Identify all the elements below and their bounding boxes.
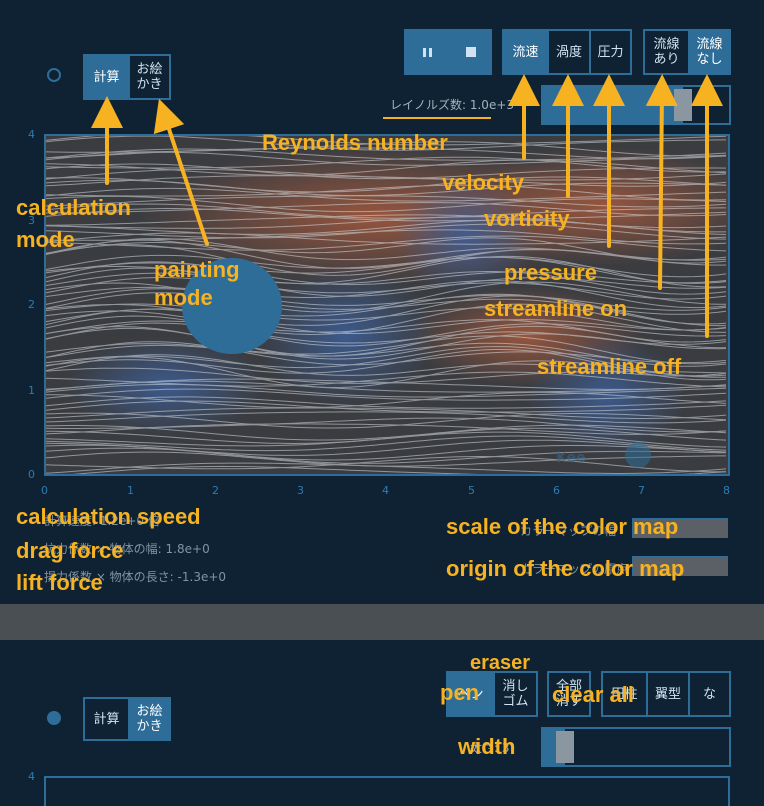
flow-canvas[interactable]: Kee	[44, 134, 730, 476]
y-tick-1: 1	[28, 384, 35, 397]
x-tick-0: 0	[41, 484, 48, 497]
annotation-width: width	[458, 734, 516, 759]
status-indicator-bottom	[47, 711, 61, 725]
paint-mode-button-bottom[interactable]: お絵 かき	[128, 699, 169, 739]
reynolds-slider-fill	[543, 87, 683, 123]
annotation-pen: pen	[440, 680, 480, 705]
y-tick-4-bottom: 4	[28, 770, 35, 783]
annotation-eraser: eraser	[470, 652, 531, 674]
annotation-paint-mode: painting mode	[154, 257, 240, 310]
mode-toggle: 計算 お絵 かき	[83, 54, 171, 100]
x-tick-7: 7	[638, 484, 645, 497]
calc-mode-button[interactable]: 計算	[85, 56, 128, 98]
annotation-pressure: pressure	[504, 260, 597, 285]
logo-text: Kee	[556, 450, 586, 466]
y-tick-0: 0	[28, 468, 35, 481]
x-tick-2: 2	[212, 484, 219, 497]
mode-toggle-bottom: 計算 お絵 かき	[83, 697, 171, 741]
view-selector: 流速 渦度 圧力	[502, 29, 632, 75]
reynolds-slider-thumb[interactable]	[674, 89, 692, 121]
vorticity-view-button[interactable]: 渦度	[547, 31, 589, 73]
streamline-on-button[interactable]: 流線 あり	[645, 31, 688, 73]
annotation-calc-mode: calculation mode	[16, 195, 131, 252]
x-tick-4: 4	[382, 484, 389, 497]
eraser-tool-button[interactable]: 消し ゴム	[493, 673, 536, 715]
panel-divider	[0, 604, 764, 640]
paint-canvas[interactable]	[44, 776, 730, 806]
playback-controls	[404, 29, 492, 75]
annotation-calc-speed: calculation speed	[16, 504, 201, 529]
annotation-streamline-off: streamline off	[537, 354, 682, 379]
pause-button[interactable]	[406, 31, 449, 73]
reynolds-slider[interactable]	[541, 85, 731, 125]
x-tick-1: 1	[127, 484, 134, 497]
annotation-drag: drag force	[16, 538, 124, 563]
annotation-reynolds: Reynolds number	[262, 130, 448, 155]
streamline-off-button[interactable]: 流線 なし	[688, 31, 729, 73]
y-tick-4: 4	[28, 128, 35, 141]
annotation-streamline-on: streamline on	[484, 296, 628, 321]
x-tick-5: 5	[468, 484, 475, 497]
stop-button[interactable]	[449, 31, 490, 73]
annotation-vorticity: vorticity	[484, 206, 570, 231]
width-slider[interactable]	[541, 727, 731, 767]
calc-mode-button-bottom[interactable]: 計算	[85, 699, 128, 739]
streamline-toggle: 流線 あり 流線 なし	[643, 29, 731, 75]
pressure-view-button[interactable]: 圧力	[589, 31, 630, 73]
annotation-velocity: velocity	[442, 170, 524, 195]
y-tick-2: 2	[28, 298, 35, 311]
annotation-colormap-origin: origin of the color map	[446, 556, 685, 581]
annotation-lift: lift force	[16, 570, 103, 595]
x-tick-6: 6	[553, 484, 560, 497]
width-slider-thumb[interactable]	[556, 731, 574, 763]
paint-mode-button[interactable]: お絵 かき	[128, 56, 169, 98]
annotation-clear-all: clear all	[552, 682, 634, 707]
status-indicator	[47, 68, 61, 82]
x-tick-8: 8	[723, 484, 730, 497]
wing-shape-button[interactable]: 翼型	[646, 673, 688, 715]
pause-icon	[423, 47, 432, 57]
velocity-view-button[interactable]: 流速	[504, 31, 547, 73]
x-tick-3: 3	[297, 484, 304, 497]
reynolds-label: レイノルズ数: 1.0e+3	[390, 98, 515, 112]
reynolds-underline	[383, 117, 491, 119]
stop-icon	[465, 47, 476, 57]
annotation-colormap-scale: scale of the color map	[446, 514, 679, 539]
none-shape-button[interactable]: な	[688, 673, 729, 715]
